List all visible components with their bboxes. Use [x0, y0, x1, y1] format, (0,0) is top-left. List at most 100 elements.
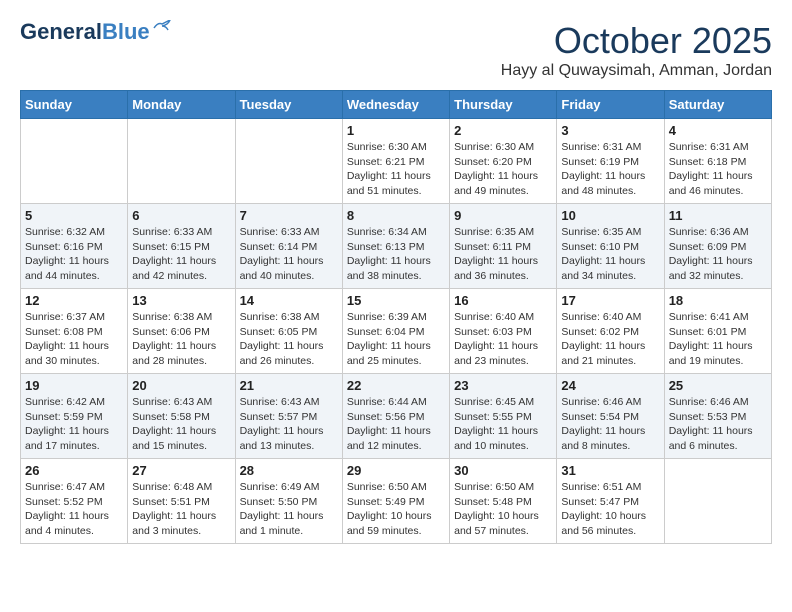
day-number: 31: [561, 463, 659, 478]
day-number: 25: [669, 378, 767, 393]
day-number: 11: [669, 208, 767, 223]
day-info: Sunrise: 6:50 AM Sunset: 5:49 PM Dayligh…: [347, 480, 445, 539]
day-number: 27: [132, 463, 230, 478]
calendar-cell: 26 Sunrise: 6:47 AM Sunset: 5:52 PM Dayli…: [21, 459, 128, 544]
day-info: Sunrise: 6:30 AM Sunset: 6:20 PM Dayligh…: [454, 140, 552, 199]
day-info: Sunrise: 6:49 AM Sunset: 5:50 PM Dayligh…: [240, 480, 338, 539]
calendar-cell: 19Sunrise: 6:42 AM Sunset: 5:59 PM Dayli…: [21, 374, 128, 459]
day-info: Sunrise: 6:40 AM Sunset: 6:03 PM Dayligh…: [454, 310, 552, 369]
day-info: Sunrise: 6:50 AM Sunset: 5:48 PM Dayligh…: [454, 480, 552, 539]
day-info: Sunrise: 6:45 AM Sunset: 5:55 PM Dayligh…: [454, 395, 552, 454]
calendar-cell: [128, 119, 235, 204]
calendar-cell: 7 Sunrise: 6:33 AM Sunset: 6:14 PM Daylig…: [235, 204, 342, 289]
calendar-week-row: 19Sunrise: 6:42 AM Sunset: 5:59 PM Dayli…: [21, 374, 772, 459]
day-info: Sunrise: 6:40 AM Sunset: 6:02 PM Dayligh…: [561, 310, 659, 369]
calendar-cell: 9 Sunrise: 6:35 AM Sunset: 6:11 PM Daylig…: [450, 204, 557, 289]
day-info: Sunrise: 6:47 AM Sunset: 5:52 PM Dayligh…: [25, 480, 123, 539]
month-title: October 2025: [501, 20, 772, 62]
day-number: 3: [561, 123, 659, 138]
day-number: 22: [347, 378, 445, 393]
calendar-cell: 10Sunrise: 6:35 AM Sunset: 6:10 PM Dayli…: [557, 204, 664, 289]
day-info: Sunrise: 6:32 AM Sunset: 6:16 PM Dayligh…: [25, 225, 123, 284]
calendar-cell: 15 Sunrise: 6:39 AM Sunset: 6:04 PM Dayli…: [342, 289, 449, 374]
day-info: Sunrise: 6:43 AM Sunset: 5:58 PM Dayligh…: [132, 395, 230, 454]
location-subtitle: Hayy al Quwaysimah, Amman, Jordan: [501, 62, 772, 80]
logo-bird-icon: [152, 20, 172, 36]
day-info: Sunrise: 6:39 AM Sunset: 6:04 PM Dayligh…: [347, 310, 445, 369]
day-number: 26: [25, 463, 123, 478]
day-number: 9: [454, 208, 552, 223]
calendar-cell: 14 Sunrise: 6:38 AM Sunset: 6:05 PM Dayli…: [235, 289, 342, 374]
calendar-cell: 4Sunrise: 6:31 AM Sunset: 6:18 PM Daylig…: [664, 119, 771, 204]
column-header-sunday: Sunday: [21, 91, 128, 119]
day-number: 13: [132, 293, 230, 308]
day-info: Sunrise: 6:33 AM Sunset: 6:14 PM Dayligh…: [240, 225, 338, 284]
column-header-thursday: Thursday: [450, 91, 557, 119]
day-number: 16: [454, 293, 552, 308]
day-info: Sunrise: 6:35 AM Sunset: 6:11 PM Dayligh…: [454, 225, 552, 284]
calendar-table: SundayMondayTuesdayWednesdayThursdayFrid…: [20, 90, 772, 544]
logo: GeneralBlue: [20, 20, 172, 44]
day-number: 30: [454, 463, 552, 478]
calendar-week-row: 5 Sunrise: 6:32 AM Sunset: 6:16 PM Daylig…: [21, 204, 772, 289]
day-info: Sunrise: 6:38 AM Sunset: 6:06 PM Dayligh…: [132, 310, 230, 369]
calendar-cell: 30 Sunrise: 6:50 AM Sunset: 5:48 PM Dayli…: [450, 459, 557, 544]
calendar-cell: 17 Sunrise: 6:40 AM Sunset: 6:02 PM Dayli…: [557, 289, 664, 374]
day-info: Sunrise: 6:31 AM Sunset: 6:19 PM Dayligh…: [561, 140, 659, 199]
day-info: Sunrise: 6:37 AM Sunset: 6:08 PM Dayligh…: [25, 310, 123, 369]
calendar-cell: [664, 459, 771, 544]
day-number: 5: [25, 208, 123, 223]
day-number: 2: [454, 123, 552, 138]
day-info: Sunrise: 6:48 AM Sunset: 5:51 PM Dayligh…: [132, 480, 230, 539]
calendar-cell: 27 Sunrise: 6:48 AM Sunset: 5:51 PM Dayli…: [128, 459, 235, 544]
day-info: Sunrise: 6:30 AM Sunset: 6:21 PM Dayligh…: [347, 140, 445, 199]
calendar-cell: [21, 119, 128, 204]
day-number: 15: [347, 293, 445, 308]
calendar-cell: 1Sunrise: 6:30 AM Sunset: 6:21 PM Daylig…: [342, 119, 449, 204]
column-header-saturday: Saturday: [664, 91, 771, 119]
day-number: 8: [347, 208, 445, 223]
day-info: Sunrise: 6:41 AM Sunset: 6:01 PM Dayligh…: [669, 310, 767, 369]
day-number: 24: [561, 378, 659, 393]
column-header-monday: Monday: [128, 91, 235, 119]
calendar-cell: 18Sunrise: 6:41 AM Sunset: 6:01 PM Dayli…: [664, 289, 771, 374]
day-number: 23: [454, 378, 552, 393]
day-number: 12: [25, 293, 123, 308]
calendar-cell: 12 Sunrise: 6:37 AM Sunset: 6:08 PM Dayli…: [21, 289, 128, 374]
calendar-cell: 8Sunrise: 6:34 AM Sunset: 6:13 PM Daylig…: [342, 204, 449, 289]
calendar-cell: 24 Sunrise: 6:46 AM Sunset: 5:54 PM Dayli…: [557, 374, 664, 459]
column-header-friday: Friday: [557, 91, 664, 119]
day-info: Sunrise: 6:43 AM Sunset: 5:57 PM Dayligh…: [240, 395, 338, 454]
day-info: Sunrise: 6:42 AM Sunset: 5:59 PM Dayligh…: [25, 395, 123, 454]
calendar-cell: 13 Sunrise: 6:38 AM Sunset: 6:06 PM Dayli…: [128, 289, 235, 374]
calendar-cell: 28 Sunrise: 6:49 AM Sunset: 5:50 PM Dayli…: [235, 459, 342, 544]
day-number: 14: [240, 293, 338, 308]
calendar-cell: 23 Sunrise: 6:45 AM Sunset: 5:55 PM Dayli…: [450, 374, 557, 459]
day-number: 21: [240, 378, 338, 393]
calendar-cell: 3 Sunrise: 6:31 AM Sunset: 6:19 PM Daylig…: [557, 119, 664, 204]
day-info: Sunrise: 6:33 AM Sunset: 6:15 PM Dayligh…: [132, 225, 230, 284]
calendar-cell: 6Sunrise: 6:33 AM Sunset: 6:15 PM Daylig…: [128, 204, 235, 289]
day-info: Sunrise: 6:38 AM Sunset: 6:05 PM Dayligh…: [240, 310, 338, 369]
day-info: Sunrise: 6:51 AM Sunset: 5:47 PM Dayligh…: [561, 480, 659, 539]
calendar-cell: 31 Sunrise: 6:51 AM Sunset: 5:47 PM Dayli…: [557, 459, 664, 544]
calendar-cell: 2 Sunrise: 6:30 AM Sunset: 6:20 PM Daylig…: [450, 119, 557, 204]
day-info: Sunrise: 6:46 AM Sunset: 5:54 PM Dayligh…: [561, 395, 659, 454]
title-block: October 2025 Hayy al Quwaysimah, Amman, …: [501, 20, 772, 80]
calendar-cell: 22Sunrise: 6:44 AM Sunset: 5:56 PM Dayli…: [342, 374, 449, 459]
calendar-cell: [235, 119, 342, 204]
calendar-cell: 5 Sunrise: 6:32 AM Sunset: 6:16 PM Daylig…: [21, 204, 128, 289]
calendar-week-row: 12 Sunrise: 6:37 AM Sunset: 6:08 PM Dayli…: [21, 289, 772, 374]
day-number: 17: [561, 293, 659, 308]
day-number: 29: [347, 463, 445, 478]
day-number: 7: [240, 208, 338, 223]
day-number: 10: [561, 208, 659, 223]
day-number: 20: [132, 378, 230, 393]
day-number: 28: [240, 463, 338, 478]
calendar-cell: 29 Sunrise: 6:50 AM Sunset: 5:49 PM Dayli…: [342, 459, 449, 544]
calendar-week-row: 26 Sunrise: 6:47 AM Sunset: 5:52 PM Dayli…: [21, 459, 772, 544]
calendar-cell: 11Sunrise: 6:36 AM Sunset: 6:09 PM Dayli…: [664, 204, 771, 289]
calendar-cell: 21 Sunrise: 6:43 AM Sunset: 5:57 PM Dayli…: [235, 374, 342, 459]
calendar-cell: 20 Sunrise: 6:43 AM Sunset: 5:58 PM Dayli…: [128, 374, 235, 459]
logo-text: GeneralBlue: [20, 20, 150, 44]
